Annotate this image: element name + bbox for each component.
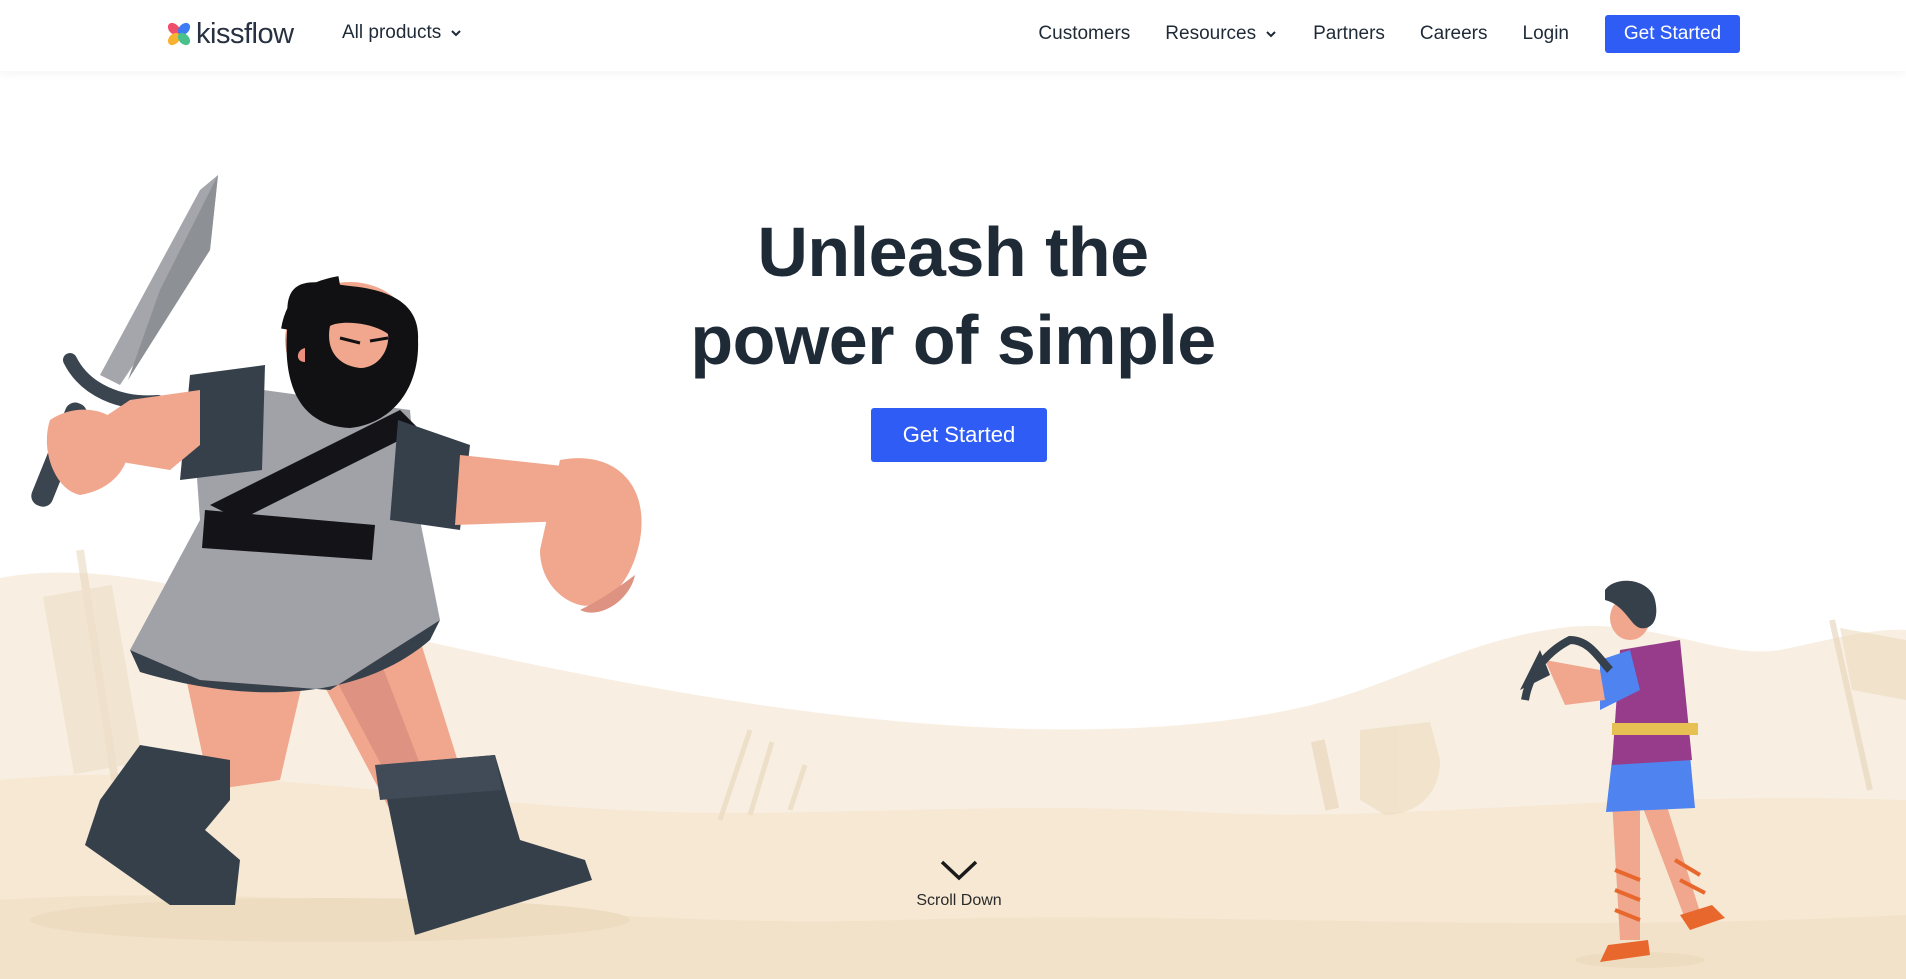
brand-name: kissflow	[196, 17, 294, 50]
kissflow-logo-icon	[167, 22, 191, 46]
brand-logo[interactable]: kissflow	[166, 18, 294, 50]
nav-partners[interactable]: Partners	[1313, 15, 1385, 53]
nav-customers[interactable]: Customers	[1038, 15, 1130, 53]
scroll-down-label: Scroll Down	[916, 892, 1002, 909]
primary-nav: Customers Resources Partners Careers Log…	[1003, 15, 1740, 53]
hero-title: Unleash the power of simple	[0, 208, 1906, 384]
hero-title-line-2: power of simple	[690, 301, 1216, 379]
nav-resources-label: Resources	[1165, 23, 1257, 44]
hero-title-line-1: Unleash the	[757, 213, 1149, 291]
all-products-menu[interactable]: All products	[342, 22, 463, 44]
scroll-down-chevron-icon	[940, 860, 978, 881]
nav-careers[interactable]: Careers	[1420, 15, 1488, 53]
all-products-label: All products	[342, 22, 442, 43]
nav-login[interactable]: Login	[1523, 15, 1570, 53]
scroll-down-link[interactable]: Scroll Down	[903, 858, 1015, 910]
chevron-down-icon	[451, 30, 461, 37]
hero-illustration	[0, 175, 1906, 979]
chevron-down-icon	[1266, 31, 1276, 38]
header-get-started-button[interactable]: Get Started	[1605, 15, 1740, 53]
top-navigation-bar: kissflow All products Customers Resource…	[0, 0, 1906, 71]
nav-resources[interactable]: Resources	[1165, 15, 1278, 53]
hero-get-started-button[interactable]: Get Started	[871, 408, 1047, 462]
